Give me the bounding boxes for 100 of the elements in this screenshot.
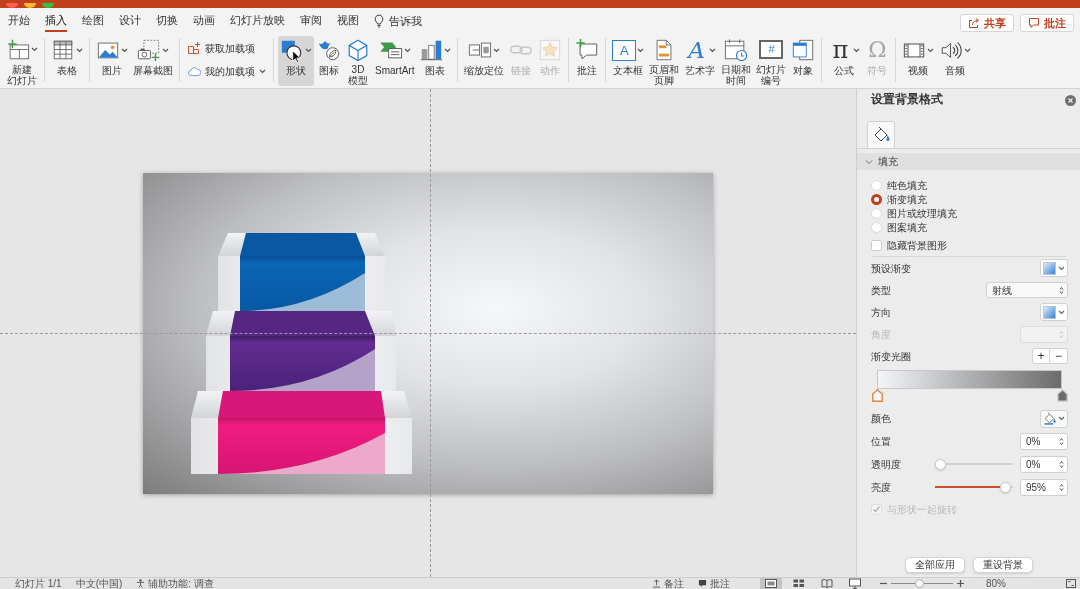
ribbon-button[interactable]: π 公式 (826, 36, 863, 86)
add-stop-button[interactable]: + (1032, 348, 1050, 364)
caret-icon[interactable] (259, 68, 266, 74)
gradient-swatch-icon (1043, 261, 1056, 275)
caret-icon[interactable] (444, 47, 452, 53)
window-minimize-icon[interactable] (24, 3, 36, 8)
ribbon-tab[interactable]: 切换 (156, 8, 178, 32)
comments-button[interactable]: 批注 (698, 578, 730, 589)
ribbon-button[interactable]: 屏幕截图 (131, 36, 175, 86)
caret-icon[interactable] (403, 47, 411, 53)
fit-to-window-icon[interactable] (1066, 579, 1076, 588)
slide-sorter-icon (793, 578, 805, 589)
zoom-in-icon[interactable] (957, 580, 964, 587)
view-button[interactable] (760, 578, 782, 589)
caret-icon[interactable] (964, 47, 972, 53)
notes-button[interactable]: 备注 (652, 578, 684, 589)
caret-icon[interactable] (121, 47, 128, 53)
caret-icon[interactable] (493, 47, 501, 53)
close-icon[interactable] (1065, 94, 1076, 106)
ribbon-button[interactable]: 图表 (417, 36, 454, 86)
ribbon-tab[interactable]: 动画 (193, 8, 215, 32)
ribbon-button[interactable]: A 艺术字 (682, 36, 719, 86)
fill-tab[interactable] (867, 121, 895, 148)
radio-label: 图片或纹理填充 (887, 206, 957, 221)
field-label: 透明度 (871, 458, 902, 472)
ribbon-button[interactable]: 批注 (573, 36, 602, 86)
ribbon-tab[interactable]: 审阅 (300, 8, 322, 32)
slider-thumb[interactable] (914, 579, 924, 588)
ribbon-button[interactable]: 音频 (937, 36, 974, 86)
caret-icon[interactable] (709, 47, 717, 53)
gradient-bar[interactable] (877, 370, 1062, 389)
ribbon-button[interactable]: # 幻灯片 编号 (754, 36, 789, 86)
ribbon-button[interactable]: 图标 (315, 36, 343, 86)
ribbon-tab[interactable]: 视图 (337, 8, 359, 32)
ribbon-button[interactable]: 视频 (900, 36, 937, 86)
ribbon-button[interactable]: 日期和 时间 (719, 36, 754, 86)
ribbon-button[interactable]: 表格 (49, 36, 85, 86)
spin-field[interactable]: 0% (1020, 456, 1068, 473)
slideshow-icon (849, 578, 861, 589)
section-header[interactable]: 填充 (857, 153, 1080, 170)
type-select[interactable]: 射线 (986, 282, 1068, 298)
status-text: 幻灯片 1/1 (15, 578, 62, 589)
ribbon-button[interactable]: SmartArt (373, 36, 417, 86)
caret-icon[interactable] (305, 47, 312, 53)
radio-label: 渐变填充 (887, 192, 927, 207)
ribbon-tab[interactable]: 绘图 (82, 8, 104, 32)
comments-button[interactable]: 批注 (1020, 14, 1074, 32)
ribbon-button[interactable]: 图片 (94, 36, 130, 86)
caret-icon[interactable] (1058, 265, 1065, 271)
slider-thumb[interactable] (935, 459, 946, 470)
gradient-dropdown[interactable] (1040, 303, 1068, 321)
caret-icon[interactable] (76, 47, 83, 53)
ribbon-button[interactable]: 新建 幻灯片 (4, 36, 40, 86)
remove-stop-button[interactable]: − (1050, 348, 1068, 364)
ribbon-button[interactable]: 缩放定位 (462, 36, 507, 86)
comment-icon (698, 579, 707, 588)
caret-icon[interactable] (637, 47, 645, 53)
text-box-icon: A (612, 39, 637, 61)
field-label: 类型 (871, 283, 891, 298)
calendar-clock-icon (724, 37, 749, 62)
spin-field[interactable]: 95% (1020, 479, 1068, 496)
color-picker-button[interactable] (1040, 409, 1068, 428)
ribbon-button[interactable]: 形状 (278, 36, 314, 86)
paint-bucket-icon (1043, 412, 1056, 425)
lightbulb-icon (374, 14, 384, 28)
share-button[interactable]: 共享 (960, 14, 1014, 32)
caret-icon[interactable] (927, 47, 935, 53)
comment-icon (1028, 17, 1040, 29)
book-icon (821, 578, 833, 589)
gradient-stop[interactable] (1056, 389, 1068, 402)
stepper-icon (1059, 460, 1064, 469)
cloud-icon (187, 64, 201, 78)
caret-icon[interactable] (31, 47, 38, 52)
normal-view-icon (765, 578, 777, 589)
caret-icon[interactable] (162, 47, 169, 53)
zoom-level-button[interactable]: 80% (986, 578, 1006, 589)
ribbon-button[interactable]: 我的加载项 (184, 61, 269, 81)
checkbox[interactable] (871, 239, 882, 251)
ribbon-button[interactable]: A 文本框 (610, 36, 647, 86)
gradient-dropdown[interactable] (1040, 259, 1068, 277)
slider-thumb[interactable] (1000, 482, 1011, 493)
reset-background-button[interactable]: 重设背景 (972, 557, 1033, 573)
ribbon-button[interactable]: 获取加载项 (184, 38, 269, 58)
ribbon-button[interactable]: 页眉和 页脚 (647, 36, 682, 86)
ribbon-tab[interactable]: 开始 (8, 8, 30, 32)
ribbon-tab[interactable]: 设计 (119, 8, 141, 32)
apply-to-all-button[interactable]: 全部应用 (904, 557, 965, 573)
ribbon-button[interactable]: 对象 (789, 36, 818, 86)
new-slide-icon (6, 37, 30, 62)
spin-field[interactable]: 0% (1020, 433, 1068, 450)
ribbon-button[interactable]: 3D 模型 (344, 36, 372, 86)
caret-icon[interactable] (1058, 309, 1065, 315)
field-label: 位置 (871, 435, 891, 449)
accessibility-button[interactable]: 辅助功能: 调查 (136, 578, 214, 589)
tell-me-button[interactable]: 告诉我 (374, 8, 422, 32)
caret-icon[interactable] (1058, 416, 1065, 421)
ribbon-tab[interactable]: 幻灯片放映 (230, 8, 285, 32)
radio-button[interactable] (871, 193, 882, 205)
caret-icon[interactable] (853, 47, 861, 53)
zoom-out-icon[interactable] (880, 580, 887, 587)
